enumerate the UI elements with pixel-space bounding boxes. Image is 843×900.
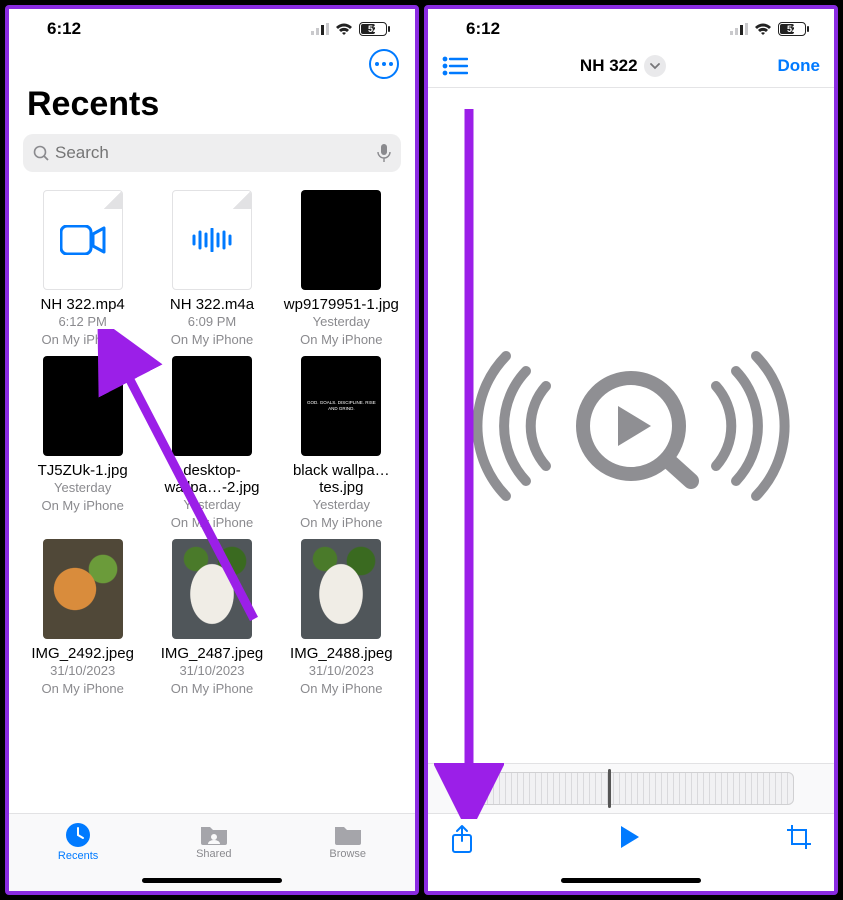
image-thumbnail <box>43 539 123 639</box>
file-time: Yesterday <box>54 479 111 497</box>
list-icon[interactable] <box>442 56 468 76</box>
status-time: 6:12 <box>466 19 500 39</box>
image-thumbnail <box>172 539 252 639</box>
video-scrubber[interactable] <box>428 763 834 813</box>
mic-icon[interactable] <box>377 144 391 162</box>
wifi-icon <box>335 23 353 36</box>
image-thumbnail <box>43 356 123 456</box>
image-thumbnail <box>301 539 381 639</box>
status-bar: 6:12 52 <box>9 9 415 49</box>
video-file-icon <box>43 190 123 290</box>
tab-browse[interactable]: Browse <box>329 822 366 860</box>
file-item[interactable]: TJ5ZUk-1.jpg Yesterday On My iPhone <box>23 356 142 531</box>
file-item[interactable]: IMG_2488.jpeg 31/10/2023 On My iPhone <box>282 539 401 697</box>
home-indicator[interactable] <box>142 878 282 883</box>
audio-file-icon <box>172 190 252 290</box>
status-icons: 52 <box>311 22 387 36</box>
image-thumbnail: GOD. GOALS. DISCIPLINE. RISE AND GRIND. <box>301 356 381 456</box>
file-item[interactable]: wp9179951-1.jpg Yesterday On My iPhone <box>282 190 401 348</box>
media-preview-screen: 6:12 52 NH 322 Done <box>424 5 838 895</box>
done-button[interactable]: Done <box>777 56 820 76</box>
file-item[interactable]: GOD. GOALS. DISCIPLINE. RISE AND GRIND. … <box>282 356 401 531</box>
files-app-screen: 6:12 52 Recents NH 322.mp4 6:12 PM On My… <box>5 5 419 895</box>
streaming-audio-icon <box>466 341 796 511</box>
nav-title-text: NH 322 <box>580 56 638 76</box>
file-item[interactable]: desktop-wallpa…-2.jpg Yesterday On My iP… <box>152 356 271 531</box>
play-icon[interactable] <box>619 824 641 850</box>
playhead[interactable] <box>608 769 611 808</box>
file-location: On My iPhone <box>41 331 123 349</box>
file-location: On My iPhone <box>41 497 123 515</box>
file-time: 6:09 PM <box>188 313 236 331</box>
tab-shared[interactable]: Shared <box>196 822 231 860</box>
file-name: IMG_2488.jpeg <box>290 645 393 662</box>
cellular-icon <box>730 23 748 35</box>
file-location: On My iPhone <box>171 331 253 349</box>
file-time: Yesterday <box>183 496 240 514</box>
file-name: IMG_2492.jpeg <box>31 645 134 662</box>
tab-label: Browse <box>329 848 366 860</box>
home-indicator[interactable] <box>561 878 701 883</box>
image-thumbnail <box>172 356 252 456</box>
file-time: Yesterday <box>313 496 370 514</box>
crop-icon[interactable] <box>786 824 812 850</box>
file-time: 6:12 PM <box>58 313 106 331</box>
page-title: Recents <box>9 83 415 134</box>
status-bar: 6:12 52 <box>428 9 834 49</box>
file-name: IMG_2487.jpeg <box>161 645 264 662</box>
wifi-icon <box>754 23 772 36</box>
shared-folder-icon <box>199 822 229 846</box>
file-location: On My iPhone <box>300 514 382 532</box>
tab-label: Shared <box>196 848 231 860</box>
clock-icon <box>65 822 91 848</box>
chevron-down-icon <box>644 55 666 77</box>
tab-bar: Recents Shared Browse <box>9 813 415 891</box>
file-time: 31/10/2023 <box>50 662 115 680</box>
file-item[interactable]: IMG_2487.jpeg 31/10/2023 On My iPhone <box>152 539 271 697</box>
file-time: Yesterday <box>313 313 370 331</box>
file-location: On My iPhone <box>171 514 253 532</box>
cellular-icon <box>311 23 329 35</box>
file-time: 31/10/2023 <box>179 662 244 680</box>
bottom-toolbar <box>428 813 834 891</box>
file-item[interactable]: NH 322.mp4 6:12 PM On My iPhone <box>23 190 142 348</box>
search-input[interactable] <box>55 143 371 163</box>
file-item[interactable]: NH 322.m4a 6:09 PM On My iPhone <box>152 190 271 348</box>
file-time: 31/10/2023 <box>309 662 374 680</box>
file-name: wp9179951-1.jpg <box>284 296 399 313</box>
share-icon[interactable] <box>450 824 474 854</box>
search-icon <box>33 145 49 161</box>
tab-recents[interactable]: Recents <box>58 822 98 862</box>
file-item[interactable]: IMG_2492.jpeg 31/10/2023 On My iPhone <box>23 539 142 697</box>
status-time: 6:12 <box>47 19 81 39</box>
media-preview <box>428 88 834 763</box>
battery-icon: 52 <box>359 22 387 36</box>
file-name: black wallpa…tes.jpg <box>282 462 401 496</box>
file-location: On My iPhone <box>300 331 382 349</box>
search-bar[interactable] <box>23 134 401 172</box>
status-icons: 52 <box>730 22 806 36</box>
battery-icon: 52 <box>778 22 806 36</box>
folder-icon <box>333 822 363 846</box>
nav-bar: NH 322 Done <box>428 49 834 88</box>
file-name: TJ5ZUk-1.jpg <box>38 462 128 479</box>
nav-title[interactable]: NH 322 <box>580 55 666 77</box>
file-location: On My iPhone <box>41 680 123 698</box>
file-location: On My iPhone <box>300 680 382 698</box>
file-name: NH 322.mp4 <box>41 296 125 313</box>
scrubber-track[interactable] <box>468 772 794 805</box>
tab-label: Recents <box>58 850 98 862</box>
more-options-button[interactable] <box>369 49 399 79</box>
file-name: NH 322.m4a <box>170 296 254 313</box>
files-grid: NH 322.mp4 6:12 PM On My iPhone NH 322.m… <box>9 182 415 813</box>
file-name: desktop-wallpa…-2.jpg <box>152 462 271 496</box>
image-thumbnail <box>301 190 381 290</box>
file-location: On My iPhone <box>171 680 253 698</box>
